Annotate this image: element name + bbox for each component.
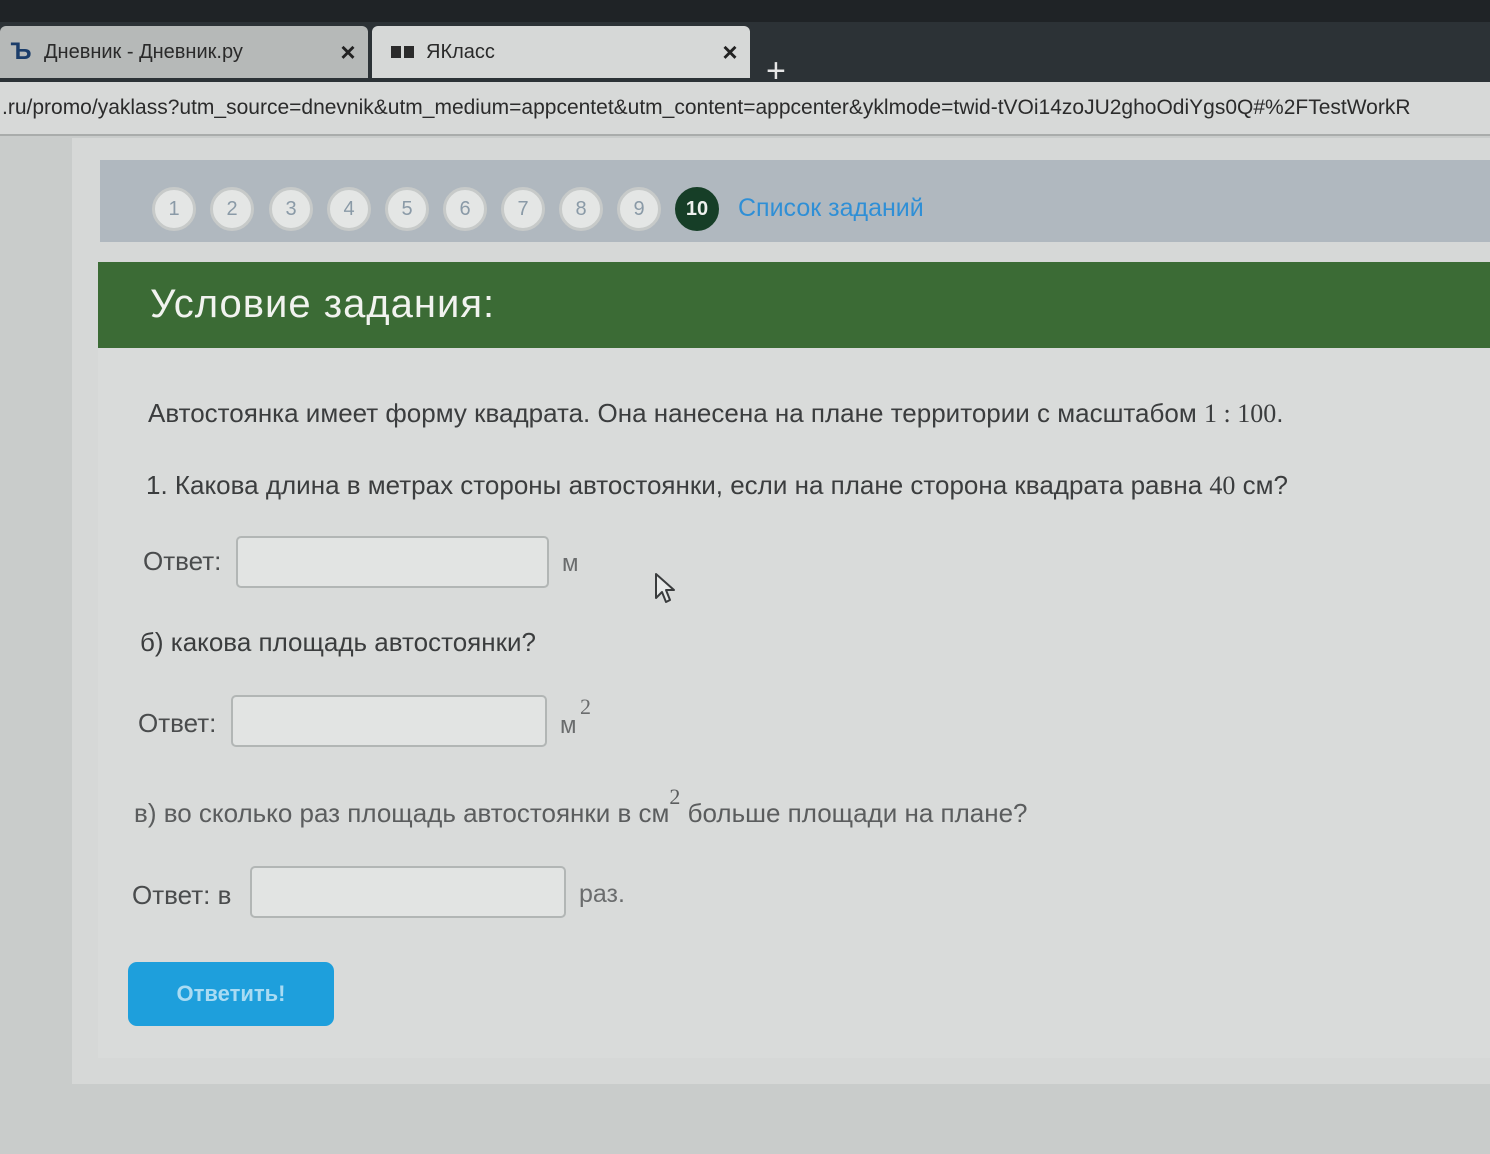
answer-1-label: Ответ: [143, 546, 222, 576]
q3-superscript: 2 [669, 784, 681, 809]
question-button-8[interactable]: 8 [559, 187, 603, 231]
question-1: 1. Какова длина в метрах стороны автосто… [146, 470, 1288, 501]
question-3: в) во сколько раз площадь автостоянки в … [134, 784, 1028, 829]
intro-text: Автостоянка имеет форму квадрата. Она на… [148, 398, 1204, 428]
q3-text-after: больше площади на плане? [680, 798, 1028, 828]
browser-tab-bar: Ъ Дневник - Дневник.ру × ЯКласс × + [0, 22, 1490, 90]
question-button-3[interactable]: 3 [269, 187, 313, 231]
submit-answer-button[interactable]: Ответить! [128, 962, 334, 1026]
question-button-6[interactable]: 6 [443, 187, 487, 231]
answer-2-unit-superscript: 2 [580, 694, 591, 719]
question-button-1[interactable]: 1 [152, 187, 196, 231]
close-tab-icon[interactable]: × [710, 37, 750, 68]
q1-unit: см? [1235, 470, 1288, 500]
answer-3-unit: раз. [579, 880, 625, 908]
tab-title: ЯКласс [426, 40, 495, 63]
answer-2-input[interactable] [231, 695, 547, 747]
question-button-9[interactable]: 9 [617, 187, 661, 231]
close-tab-icon[interactable]: × [328, 37, 368, 68]
q1-value: 40 [1209, 471, 1236, 500]
task-list-link[interactable]: Список заданий [738, 194, 924, 223]
answer-1-unit: м [562, 550, 579, 577]
url-text: .ru/promo/yaklass?utm_source=dnevnik&utm… [2, 96, 1411, 119]
answer-3-input[interactable] [250, 866, 566, 918]
q1-text: 1. Какова длина в метрах стороны автосто… [146, 470, 1210, 500]
question-button-7[interactable]: 7 [501, 187, 545, 231]
intro-end: . [1276, 398, 1284, 428]
question-2: б) какова площадь автостоянки? [140, 627, 536, 657]
mouse-cursor-icon [654, 572, 678, 606]
question-button-2[interactable]: 2 [210, 187, 254, 231]
question-button-5[interactable]: 5 [385, 187, 429, 231]
answer-2-unit: м [560, 712, 577, 739]
dnevnik-logo-icon: Ъ [10, 38, 32, 65]
question-button-4[interactable]: 4 [327, 187, 371, 231]
address-bar[interactable]: .ru/promo/yaklass?utm_source=dnevnik&utm… [0, 82, 1490, 136]
browser-tab-dnevnik[interactable]: Ъ Дневник - Дневник.ру × [0, 26, 368, 78]
answer-3-label: Ответ: в [132, 880, 232, 910]
task-header-title: Условие задания: [150, 282, 496, 326]
tab-title: Дневник - Дневник.ру [44, 40, 243, 63]
browser-tab-yaklass[interactable]: ЯКласс × [372, 26, 750, 78]
task-header-bar: Условие задания: [98, 262, 1490, 348]
q3-text-before: в) во сколько раз площадь автостоянки в … [134, 798, 670, 828]
question-button-10[interactable]: 10 [675, 187, 719, 231]
answer-2-label: Ответ: [138, 708, 217, 738]
yaklass-book-icon [390, 39, 416, 65]
task-intro: Автостоянка имеет форму квадрата. Она на… [148, 398, 1283, 429]
answer-1-input[interactable] [236, 536, 549, 588]
scale-value: 1 : 100 [1203, 399, 1277, 428]
